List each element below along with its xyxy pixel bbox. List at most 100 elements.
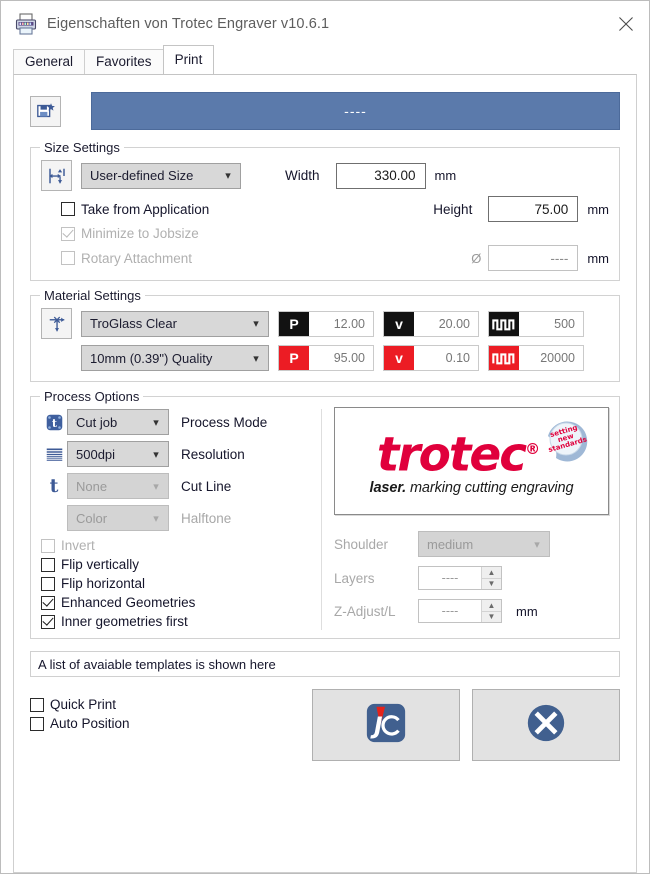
z-adjust-value: ---- <box>441 604 459 618</box>
spin-down-icon[interactable]: ▼ <box>482 610 501 622</box>
height-label: Height <box>433 201 473 217</box>
tab-general[interactable]: General <box>13 49 86 75</box>
chevron-down-icon: ▾ <box>153 512 159 525</box>
width-unit: mm <box>434 168 457 183</box>
process-options-divider <box>321 409 322 630</box>
cut-line-select[interactable]: None ▾ <box>67 473 169 499</box>
process-options-group: Process Options t Cut job ▾ Process Mode… <box>30 389 620 639</box>
printer-icon <box>13 11 39 37</box>
chevron-down-icon: ▾ <box>253 352 259 365</box>
process-options-legend: Process Options <box>40 389 144 404</box>
tab-strip: General Favorites Print <box>1 45 649 75</box>
size-settings-legend: Size Settings <box>40 140 124 155</box>
checkbox-box <box>61 202 75 216</box>
cancel-button[interactable] <box>472 689 620 761</box>
enhanced-geometries-checkbox[interactable]: Enhanced Geometries <box>41 595 313 610</box>
layers-label: Layers <box>334 570 375 586</box>
tab-favorites[interactable]: Favorites <box>84 49 164 75</box>
halftone-select[interactable]: Color ▾ <box>67 505 169 531</box>
quick-print-label: Quick Print <box>50 697 117 712</box>
chevron-down-icon: ▾ <box>225 170 231 182</box>
auto-position-checkbox[interactable]: Auto Position <box>30 716 300 731</box>
thickness-select[interactable]: 10mm (0.39") Quality ▾ <box>81 345 269 371</box>
resolution-select[interactable]: 500dpi ▾ <box>67 441 169 467</box>
cut-line-label: Cut Line <box>181 478 232 494</box>
frequency-param-black[interactable]: 500 <box>488 310 584 337</box>
z-adjust-unit: mm <box>516 603 538 619</box>
jobcontrol-button[interactable]: J <box>312 689 460 761</box>
velocity-badge: v <box>384 311 414 336</box>
height-unit: mm <box>587 201 609 217</box>
chevron-down-icon: ▾ <box>534 538 540 551</box>
save-favorite-icon[interactable] <box>30 95 61 127</box>
take-from-application-checkbox[interactable]: Take from Application <box>61 202 209 217</box>
z-adjust-stepper[interactable]: ---- ▲ ▼ <box>418 599 502 623</box>
resolution-label: Resolution <box>181 446 245 462</box>
spin-up-icon[interactable]: ▲ <box>482 567 501 578</box>
favorite-banner[interactable]: ---- <box>91 92 620 130</box>
power-badge: P <box>279 311 309 336</box>
power-param-black[interactable]: P 12.00 <box>278 310 374 337</box>
checkbox-box <box>61 251 75 265</box>
minimize-to-jobsize-checkbox[interactable]: Minimize to Jobsize <box>61 226 199 241</box>
title-bar: Eigenschaften von Trotec Engraver v10.6.… <box>1 1 649 46</box>
checkbox-box <box>41 557 55 572</box>
power-badge: P <box>279 346 309 370</box>
flip-horizontal-checkbox[interactable]: Flip horizontal <box>41 576 313 591</box>
height-input[interactable]: 75.00 <box>488 196 579 222</box>
width-label: Width <box>285 168 320 183</box>
properties-dialog: Eigenschaften von Trotec Engraver v10.6.… <box>0 0 650 874</box>
close-icon[interactable] <box>603 1 649 46</box>
minimize-to-jobsize-label: Minimize to Jobsize <box>81 226 199 241</box>
frequency-param-red[interactable]: 20000 <box>488 345 584 371</box>
z-adjust-spin-buttons[interactable]: ▲ ▼ <box>481 600 501 622</box>
jobcontrol-icon: J <box>364 701 408 750</box>
diameter-input[interactable]: ---- <box>488 245 579 271</box>
tab-print[interactable]: Print <box>162 45 215 74</box>
velocity-param-black[interactable]: v 20.00 <box>383 310 479 337</box>
rotary-attachment-checkbox[interactable]: Rotary Attachment <box>61 251 192 266</box>
process-mode-label: Process Mode <box>181 414 268 430</box>
trotec-logo: trotec® laser. marking cutting engraving… <box>334 407 609 515</box>
bottom-bar: Quick Print Auto Position J <box>30 689 620 761</box>
invert-checkbox[interactable]: Invert <box>41 538 313 553</box>
job-type-icon: t <box>41 413 67 432</box>
frequency-value: 500 <box>554 316 575 331</box>
chevron-down-icon: ▾ <box>153 480 159 493</box>
trotec-logo-wordmark: trotec® <box>376 427 540 483</box>
material-settings-group: Material Settings TroGlass Clear ▾ P 12.… <box>30 288 620 382</box>
shoulder-label: Shoulder <box>334 536 389 552</box>
enhanced-geometries-label: Enhanced Geometries <box>61 595 196 610</box>
spin-down-icon[interactable]: ▼ <box>482 577 501 589</box>
size-mode-select[interactable]: User-defined Size ▾ <box>81 162 241 189</box>
trotec-logo-tagline: laser. marking cutting engraving <box>369 480 574 497</box>
inner-geometries-first-checkbox[interactable]: Inner geometries first <box>41 614 313 629</box>
frequency-icon <box>489 346 519 370</box>
velocity-value: 0.10 <box>445 351 470 365</box>
inner-geometries-first-label: Inner geometries first <box>61 614 188 629</box>
spin-up-icon[interactable]: ▲ <box>482 600 501 611</box>
quick-print-checkbox[interactable]: Quick Print <box>30 697 300 712</box>
favorite-header-row: ---- <box>30 89 620 133</box>
power-value: 12.00 <box>333 316 365 331</box>
flip-vertically-checkbox[interactable]: Flip vertically <box>41 557 313 572</box>
shoulder-value: medium <box>427 536 474 552</box>
invert-label: Invert <box>61 538 95 553</box>
width-input[interactable]: 330.00 <box>335 162 426 189</box>
shoulder-select[interactable]: medium ▾ <box>418 531 550 557</box>
print-tab-panel: ---- Size Settings User-defined Size ▾ W… <box>13 74 637 873</box>
checkbox-box <box>41 538 55 553</box>
layers-stepper[interactable]: ---- ▲ ▼ <box>418 566 502 590</box>
size-mode-value: User-defined Size <box>90 168 194 183</box>
material-select[interactable]: TroGlass Clear ▾ <box>81 310 269 337</box>
chevron-down-icon: ▾ <box>153 448 159 461</box>
process-mode-select[interactable]: Cut job ▾ <box>67 409 169 435</box>
size-settings-icon[interactable] <box>41 160 72 191</box>
material-settings-icon[interactable] <box>41 308 72 339</box>
layers-spin-buttons[interactable]: ▲ ▼ <box>481 567 501 589</box>
velocity-param-red[interactable]: v 0.10 <box>383 345 479 371</box>
power-param-red[interactable]: P 95.00 <box>278 345 374 371</box>
material-settings-legend: Material Settings <box>40 288 145 303</box>
take-from-application-label: Take from Application <box>81 201 210 217</box>
templates-list[interactable]: A list of avaiable templates is shown he… <box>30 651 620 677</box>
